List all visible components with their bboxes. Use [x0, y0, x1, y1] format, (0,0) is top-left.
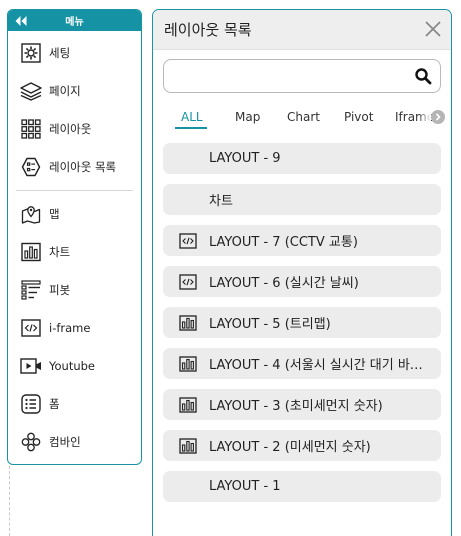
menu-item-label: 차트 — [49, 245, 71, 259]
guide-line — [9, 466, 10, 536]
menu-item-label: 폼 — [49, 397, 60, 411]
close-button[interactable] — [424, 20, 442, 38]
menu-item-youtube[interactable]: Youtube — [8, 347, 141, 385]
menu-title: 메뉴 — [65, 17, 84, 28]
menu-item-label: 피봇 — [49, 283, 71, 297]
layout-row[interactable]: LAYOUT - 2 (미세먼지 숫자) — [163, 430, 441, 461]
bar-chart-icon — [178, 437, 198, 455]
tab-map[interactable]: Map — [235, 108, 260, 130]
layout-row[interactable]: LAYOUT - 6 (실시간 날씨) — [163, 266, 441, 297]
layout-title: LAYOUT - 9 — [209, 151, 281, 166]
video-icon — [20, 355, 42, 377]
menu-item-layout[interactable]: 레이아웃 — [8, 110, 141, 148]
menu-item-label: 맵 — [49, 207, 60, 221]
code-icon — [178, 232, 198, 250]
menu-item-settings[interactable]: 세팅 — [8, 34, 141, 72]
menu-item-label: 세팅 — [49, 46, 71, 60]
menu-item-label: Youtube — [49, 359, 95, 373]
layout-title: LAYOUT - 1 — [209, 479, 281, 494]
layout-title: LAYOUT - 3 (초미세먼지 숫자) — [209, 399, 383, 414]
layout-row[interactable]: LAYOUT - 4 (서울시 실시간 대기 바… — [163, 348, 441, 379]
layout-row[interactable]: LAYOUT - 9 — [163, 143, 441, 174]
menu-item-form[interactable]: 폼 — [8, 385, 141, 423]
layout-title: LAYOUT - 4 (서울시 실시간 대기 바… — [209, 358, 423, 373]
bar-chart-icon — [178, 355, 198, 373]
layout-title: LAYOUT - 7 (CCTV 교통) — [209, 235, 358, 250]
layout-row[interactable]: LAYOUT - 5 (트리맵) — [163, 307, 441, 338]
form-icon — [20, 393, 42, 415]
menu-divider — [16, 190, 133, 191]
menu-item-combine[interactable]: 컴바인 — [8, 423, 141, 461]
search-button[interactable] — [414, 67, 432, 85]
layout-title: LAYOUT - 5 (트리맵) — [209, 317, 331, 332]
layers-icon — [20, 80, 42, 102]
layout-title: LAYOUT - 2 (미세먼지 숫자) — [209, 440, 371, 455]
code-icon — [178, 273, 198, 291]
layout-row[interactable]: LAYOUT - 7 (CCTV 교통) — [163, 225, 441, 256]
menu-item-map[interactable]: 맵 — [8, 195, 141, 233]
menu-item-label: 컴바인 — [49, 435, 81, 449]
bar-chart-icon — [20, 241, 42, 263]
menu-header: 메뉴 — [8, 10, 141, 31]
bar-chart-icon — [178, 396, 198, 414]
layout-list-panel: 레이아웃 목록 ALL Map Chart Pivot Iframe LAYOU… — [152, 9, 452, 536]
active-tab-indicator — [175, 127, 207, 129]
menu-item-page[interactable]: 페이지 — [8, 72, 141, 110]
tabs-scroll-right-button[interactable] — [431, 110, 445, 124]
layout-row[interactable]: LAYOUT - 3 (초미세먼지 숫자) — [163, 389, 441, 420]
category-tabs: ALL Map Chart Pivot Iframe — [163, 108, 447, 132]
side-menu: 메뉴 세팅 페이지 레이아웃 레이아웃 목록 맵 차트 피봇 i-frame Y… — [7, 9, 142, 465]
menu-item-iframe[interactable]: i-frame — [8, 309, 141, 347]
layout-row[interactable]: LAYOUT - 1 — [163, 471, 441, 502]
hexagon-list-icon — [20, 156, 42, 178]
search-icon — [415, 68, 432, 85]
search-input[interactable] — [172, 66, 407, 86]
menu-item-label: i-frame — [49, 321, 91, 335]
menu-item-pivot[interactable]: 피봇 — [8, 271, 141, 309]
search-box — [163, 59, 441, 93]
pivot-icon — [20, 279, 42, 301]
close-icon — [425, 21, 441, 37]
menu-item-label: 레이아웃 — [49, 122, 92, 136]
grid-icon — [20, 118, 42, 140]
collapse-menu-button[interactable] — [14, 14, 28, 27]
layout-row[interactable]: 차트 — [163, 184, 441, 215]
layout-title: 차트 — [209, 194, 233, 209]
menu-item-chart[interactable]: 차트 — [8, 233, 141, 271]
layout-title: LAYOUT - 6 (실시간 날씨) — [209, 276, 359, 291]
panel-header: 레이아웃 목록 — [153, 10, 451, 50]
combine-icon — [20, 431, 42, 453]
tab-chart[interactable]: Chart — [287, 108, 320, 130]
menu-item-label: 레이아웃 목록 — [49, 160, 117, 174]
tabs-fade — [418, 108, 431, 130]
gear-icon — [20, 42, 42, 64]
chevron-right-icon — [435, 113, 441, 121]
tab-pivot[interactable]: Pivot — [344, 108, 373, 130]
map-pin-icon — [20, 203, 42, 225]
layout-list: LAYOUT - 9 차트 LAYOUT - 7 (CCTV 교통) LAYOU… — [163, 143, 441, 512]
menu-item-label: 페이지 — [49, 84, 81, 98]
panel-title: 레이아웃 목록 — [164, 21, 252, 39]
menu-item-layout-list[interactable]: 레이아웃 목록 — [8, 148, 141, 186]
code-icon — [20, 317, 42, 339]
double-chevron-left-icon — [15, 15, 27, 26]
bar-chart-icon — [178, 314, 198, 332]
